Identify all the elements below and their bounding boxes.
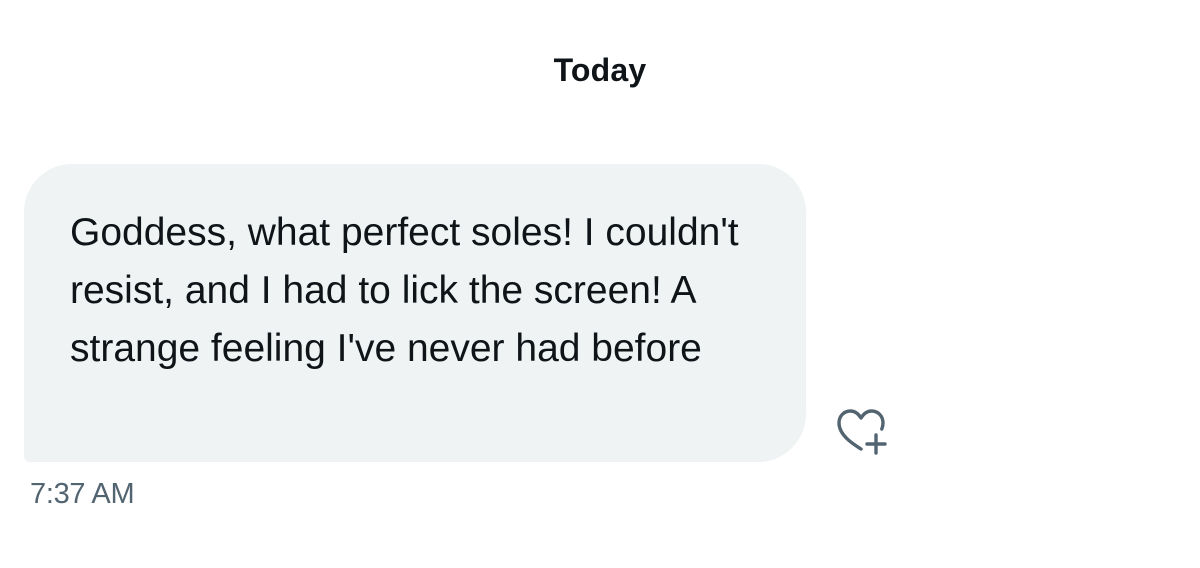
- dm-conversation: Today Goddess, what perfect soles! I cou…: [0, 0, 1200, 568]
- message-bubble[interactable]: Goddess, what perfect soles! I couldn't …: [24, 164, 806, 462]
- message-timestamp: 7:37 AM: [30, 478, 135, 510]
- date-divider: Today: [553, 52, 647, 88]
- message-text: Goddess, what perfect soles! I couldn't …: [70, 211, 739, 370]
- heart-plus-icon: [837, 409, 887, 455]
- add-reaction-button[interactable]: [832, 404, 888, 460]
